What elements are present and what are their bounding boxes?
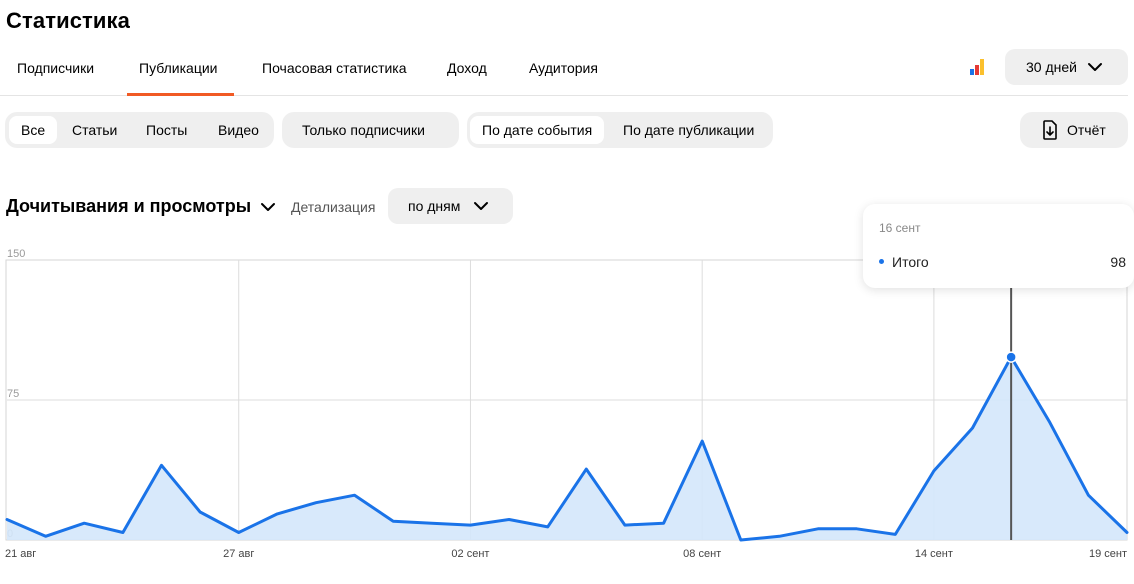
highlighted-data-point [1005, 351, 1017, 363]
views-area-chart[interactable]: 07515021 авг27 авг02 сент08 сент14 сент1… [0, 240, 1134, 580]
date-mode-filter: По дате события По дате публикации [467, 112, 773, 148]
tab-income[interactable]: Доход [435, 48, 499, 96]
tab-hourly-stats[interactable]: Почасовая статистика [250, 48, 419, 96]
x-tick-label: 27 авг [223, 548, 254, 560]
x-tick-label: 19 сент [1089, 548, 1127, 560]
tab-subscribers[interactable]: Подписчики [5, 48, 106, 96]
tabs-bar: Подписчики Публикации Почасовая статисти… [0, 48, 1128, 96]
x-tick-label: 14 сент [915, 548, 953, 560]
x-tick-label: 02 сент [451, 548, 489, 560]
subscribers-only-toggle[interactable]: Только подписчики [282, 112, 459, 148]
period-select-label: 30 дней [1026, 59, 1077, 75]
y-tick-label: 150 [7, 248, 25, 260]
tab-publications[interactable]: Публикации [127, 48, 234, 96]
tooltip-series-dot [879, 259, 884, 264]
period-select[interactable]: 30 дней [1005, 49, 1128, 85]
document-export-icon [1043, 120, 1057, 140]
metric-select[interactable]: Дочитывания и просмотры [6, 196, 276, 217]
tooltip-date: 16 сент [879, 221, 921, 235]
date-mode-publication[interactable]: По дате публикации [611, 116, 766, 144]
y-tick-label: 75 [7, 388, 19, 400]
x-tick-label: 21 авг [5, 548, 36, 560]
detail-label: Детализация [291, 199, 376, 215]
series-area [7, 357, 1127, 540]
chart-tooltip: 16 сент Итого 98 [863, 204, 1134, 288]
page-title: Статистика [6, 8, 130, 33]
tooltip-series-value: 98 [1110, 254, 1126, 270]
content-type-filter: Все Статьи Посты Видео [5, 112, 274, 148]
x-tick-label: 08 сент [683, 548, 721, 560]
filter-posts[interactable]: Посты [134, 116, 199, 144]
detail-select-label: по дням [408, 198, 461, 214]
bar-chart-icon[interactable] [970, 59, 988, 75]
subscribers-only-label: Только подписчики [302, 122, 425, 138]
filter-video[interactable]: Видео [206, 116, 271, 144]
tooltip-series-name: Итого [892, 254, 929, 270]
filter-articles[interactable]: Статьи [60, 116, 129, 144]
report-button-label: Отчёт [1067, 122, 1106, 138]
chevron-down-icon [1088, 63, 1102, 71]
report-button[interactable]: Отчёт [1020, 112, 1128, 148]
date-mode-event[interactable]: По дате события [470, 116, 605, 144]
tab-audience[interactable]: Аудитория [517, 48, 610, 96]
chevron-down-icon [474, 202, 488, 210]
filter-all[interactable]: Все [9, 116, 58, 144]
chevron-down-icon [261, 203, 276, 211]
detail-select[interactable]: по дням [388, 188, 513, 224]
metric-select-label: Дочитывания и просмотры [6, 196, 252, 216]
